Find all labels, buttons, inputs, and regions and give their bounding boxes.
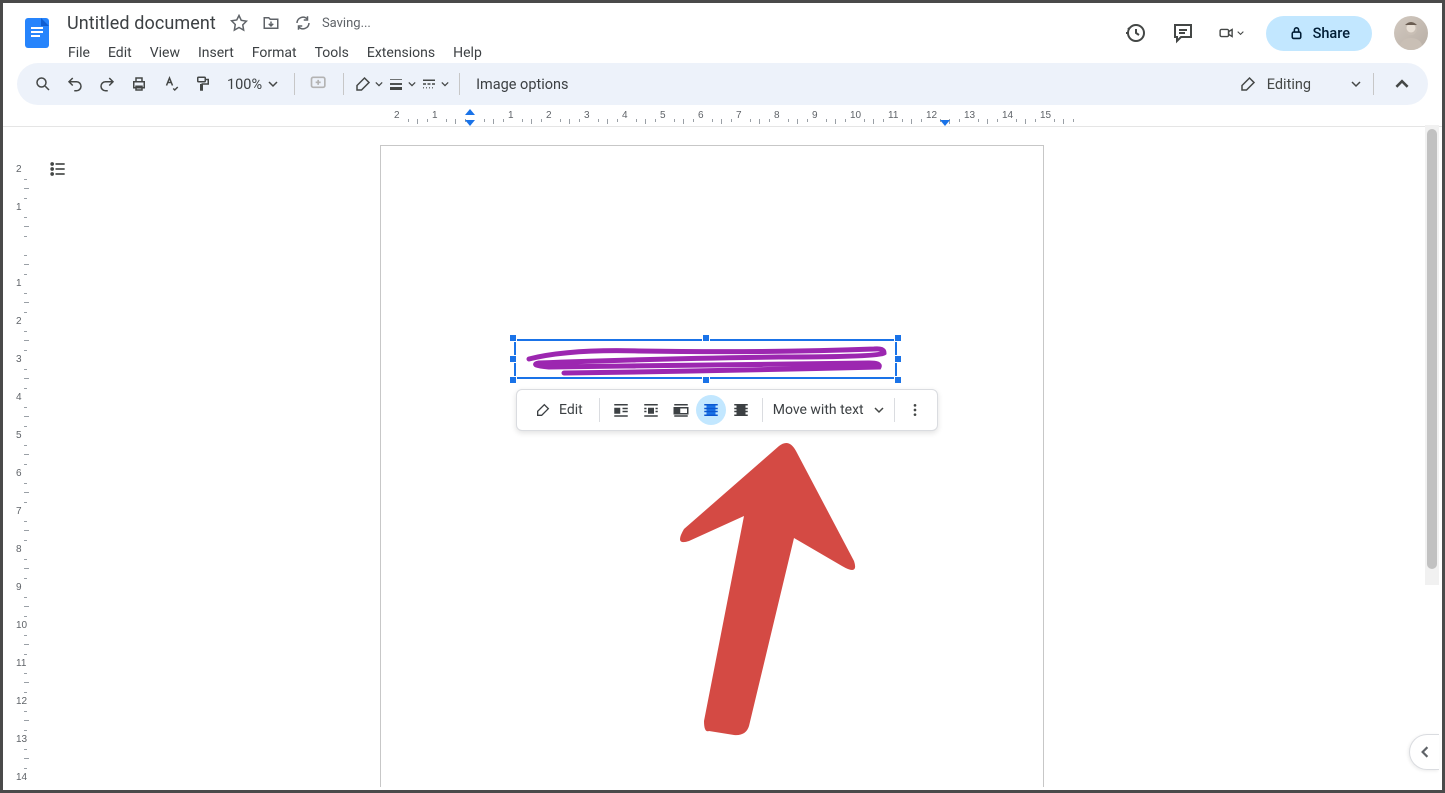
break-text-icon[interactable] [666,395,696,425]
position-label: Move with text [773,402,864,418]
border-weight-icon[interactable] [387,70,416,98]
zoom-value: 100% [227,76,262,93]
avatar[interactable] [1394,16,1428,50]
menu-insert[interactable]: Insert [190,41,242,65]
separator [343,73,344,95]
wrap-text-icon[interactable] [636,395,666,425]
title-area: Untitled document Saving... File Edit Vi… [67,11,490,65]
history-icon[interactable] [1122,20,1148,46]
undo-button[interactable] [61,70,89,98]
search-icon[interactable] [29,70,57,98]
redo-button[interactable] [93,70,121,98]
resize-handle[interactable] [509,355,517,363]
annotation-arrow [604,441,864,741]
vertical-ruler[interactable]: 211234567891011121314 [6,127,36,787]
comments-icon[interactable] [1170,20,1196,46]
in-front-text-icon[interactable] [726,395,756,425]
docs-logo-icon[interactable] [17,13,57,53]
main-toolbar: 100% Image options Editing [17,63,1428,105]
separator [459,73,460,95]
image-context-toolbar: Edit Move with text [516,389,938,431]
menu-format[interactable]: Format [244,41,305,65]
editing-label: Editing [1267,76,1311,93]
resize-handle[interactable] [509,334,517,342]
selected-image[interactable] [514,339,897,379]
share-button[interactable]: Share [1266,16,1372,51]
saving-status: Saving... [322,16,371,31]
separator [894,398,895,422]
separator [1373,73,1374,95]
zoom-dropdown[interactable]: 100% [221,76,284,93]
border-dash-icon[interactable] [420,70,449,98]
resize-handle[interactable] [509,376,517,384]
video-call-button[interactable] [1218,20,1244,46]
menu-edit[interactable]: Edit [100,41,140,65]
star-icon[interactable] [230,14,248,32]
image-options-button[interactable]: Image options [470,76,574,93]
separator [762,398,763,422]
print-icon[interactable] [125,70,153,98]
resize-handle[interactable] [894,355,902,363]
menu-help[interactable]: Help [445,41,490,65]
menu-extensions[interactable]: Extensions [359,41,443,65]
menu-tools[interactable]: Tools [307,41,357,65]
menu-view[interactable]: View [142,41,188,65]
edit-label: Edit [559,402,583,418]
add-comment-icon [305,70,333,98]
separator [294,73,295,95]
scrollbar-thumb[interactable] [1427,129,1437,569]
outline-toggle-icon[interactable] [46,157,70,181]
menubar: File Edit View Insert Format Tools Exten… [60,41,490,65]
edit-image-button[interactable]: Edit [525,396,593,424]
header-right: Share [1122,11,1428,55]
paint-format-icon[interactable] [189,70,217,98]
resize-handle[interactable] [702,334,710,342]
side-panel-expand-icon[interactable] [1409,734,1439,770]
app-header: Untitled document Saving... File Edit Vi… [3,3,1442,63]
share-label: Share [1313,25,1350,42]
cloud-status-icon[interactable] [294,14,312,32]
resize-handle[interactable] [702,376,710,384]
more-options-icon[interactable] [901,396,929,424]
move-to-folder-icon[interactable] [262,14,280,32]
editing-mode-dropdown[interactable]: Editing [1233,75,1367,93]
border-color-icon[interactable] [354,70,383,98]
collapse-toolbar-icon[interactable] [1388,70,1416,98]
behind-text-icon[interactable] [696,395,726,425]
position-dropdown[interactable]: Move with text [769,402,888,418]
resize-handle[interactable] [894,376,902,384]
vertical-scrollbar[interactable] [1425,125,1439,585]
inline-wrap-icon[interactable] [606,395,636,425]
horizontal-ruler[interactable]: 21123456789101112131415 [3,109,1442,127]
menu-file[interactable]: File [60,41,98,65]
separator [599,398,600,422]
document-title[interactable]: Untitled document [67,13,216,34]
spellcheck-icon[interactable] [157,70,185,98]
resize-handle[interactable] [894,334,902,342]
